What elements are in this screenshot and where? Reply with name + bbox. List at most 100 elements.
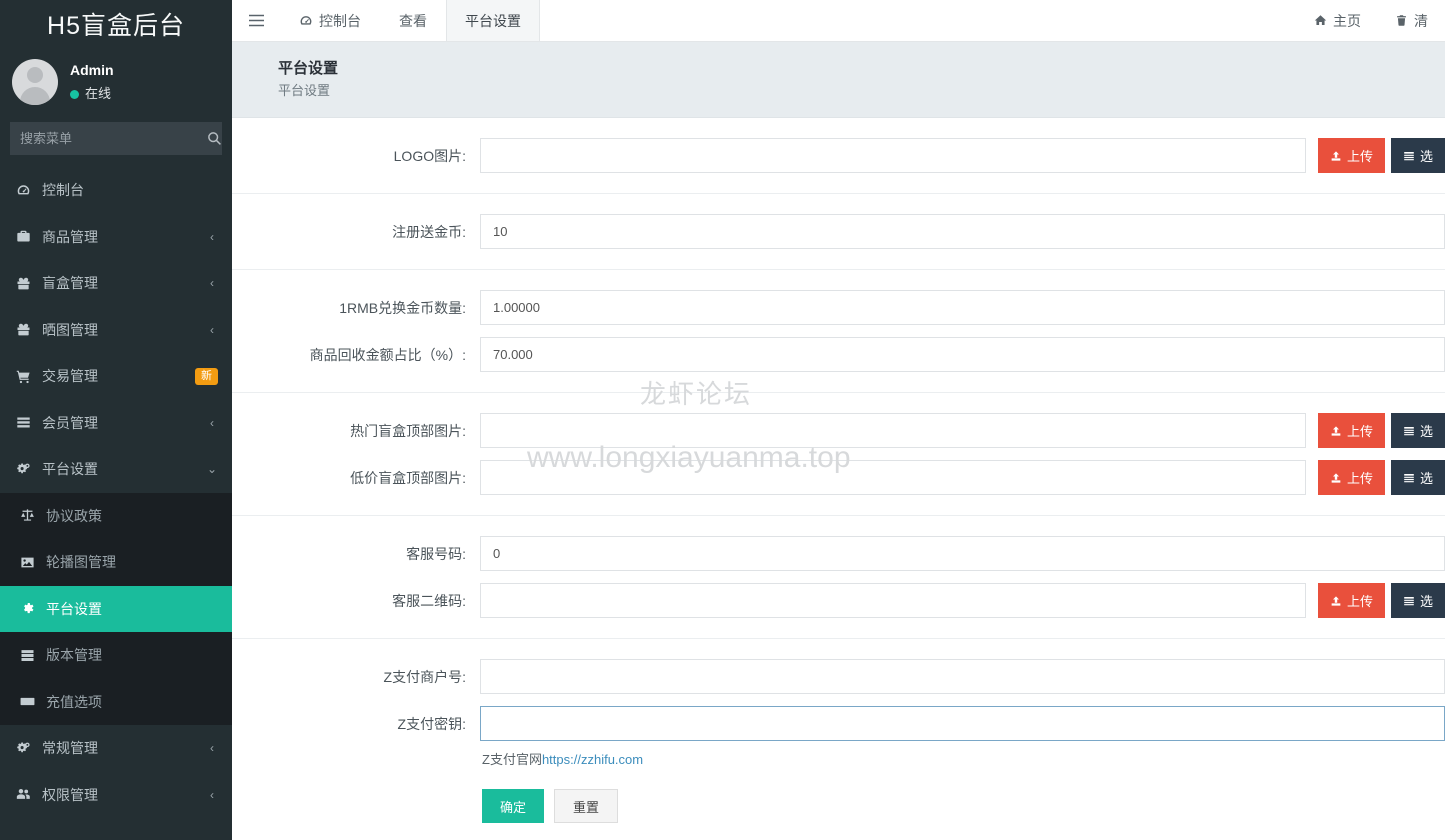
search-icon[interactable] <box>206 122 222 155</box>
select-button[interactable]: 选 <box>1390 413 1445 449</box>
tab-label: 平台设置 <box>465 12 521 29</box>
sidebar-item-label: 控制台 <box>42 182 84 199</box>
hamburger-icon[interactable] <box>232 0 280 41</box>
form-label-zpay-secret-key: Z支付密钥: <box>397 715 466 732</box>
input-rmb-to-coin-rate[interactable] <box>480 290 1445 326</box>
server-icon <box>16 648 38 663</box>
sidebar-item-盲盒管理[interactable]: 盲盒管理 ‹ <box>0 260 232 307</box>
form-label-support-qrcode: 客服二维码: <box>392 592 466 609</box>
help-label: Z支付官网 <box>482 752 542 768</box>
form-group: 客服号码: 客服二维码: 上传 选 <box>232 516 1445 640</box>
sidebar-item-会员管理[interactable]: 会员管理 ‹ <box>0 400 232 447</box>
upload-button[interactable]: 上传 <box>1317 413 1385 449</box>
input-zpay-merchant-id[interactable] <box>480 659 1445 695</box>
chevron-icon: ‹ <box>210 229 214 244</box>
trash-icon <box>1395 14 1408 27</box>
sidebar-item-label: 商品管理 <box>42 228 98 245</box>
sidebar-submenu: 协议政策 轮播图管理 平台设置 版本管理 充值选项 <box>0 492 232 726</box>
input-hot-box-top-image[interactable] <box>480 413 1306 449</box>
sidebar-item-版本管理[interactable]: 版本管理 <box>0 632 232 679</box>
sidebar-item-充值选项[interactable]: 充值选项 <box>0 679 232 726</box>
sidebar-item-轮播图管理[interactable]: 轮播图管理 <box>0 539 232 586</box>
grid-icon <box>1403 150 1415 162</box>
topbar: 控制台 查看 平台设置 主页 清 <box>232 0 1445 42</box>
sidebar-item-商品管理[interactable]: 商品管理 ‹ <box>0 214 232 261</box>
sidebar-item-权限管理[interactable]: 权限管理 ‹ <box>0 772 232 819</box>
user-name: Admin <box>70 62 114 79</box>
gift-icon <box>12 322 34 337</box>
form-row-recycle-amount-percent: 商品回收金额占比（%）: <box>232 331 1445 378</box>
search-input[interactable] <box>10 131 206 146</box>
tab-平台设置[interactable]: 平台设置 <box>446 0 540 41</box>
select-button[interactable]: 选 <box>1390 583 1445 619</box>
sidebar-item-协议政策[interactable]: 协议政策 <box>0 493 232 540</box>
sidebar-search[interactable] <box>10 122 222 155</box>
sidebar-menu-bottom: 常规管理 ‹ 权限管理 ‹ <box>0 725 232 818</box>
topbar-action-主页[interactable]: 主页 <box>1297 0 1378 41</box>
sidebar-item-平台设置[interactable]: 平台设置 ⌄ <box>0 446 232 493</box>
topbar-nav: 控制台 查看 平台设置 <box>280 0 540 41</box>
form-row-logo-image: LOGO图片: 上传 选 <box>232 132 1445 179</box>
menu-badge: 新 <box>195 367 218 385</box>
chevron-icon: ⌄ <box>206 462 218 477</box>
page-title: 平台设置 <box>278 60 339 77</box>
credit-card-icon <box>16 694 38 709</box>
sidebar-item-label: 会员管理 <box>42 414 98 431</box>
image-icon <box>16 555 38 570</box>
page-subtitle: 平台设置 <box>278 82 331 98</box>
reset-button[interactable]: 重置 <box>554 789 619 824</box>
grid-icon <box>1403 472 1415 484</box>
upload-button[interactable]: 上传 <box>1317 460 1385 496</box>
select-button-label: 选 <box>1419 471 1433 487</box>
home-icon <box>1314 14 1327 27</box>
grid-icon <box>1403 425 1415 437</box>
input-support-number[interactable] <box>480 536 1445 572</box>
sidebar-item-控制台[interactable]: 控制台 <box>0 167 232 214</box>
input-register-gift-coins[interactable] <box>480 214 1445 250</box>
tab-控制台[interactable]: 控制台 <box>280 0 380 41</box>
zpay-official-link[interactable]: https://zzhifu.com <box>542 752 643 767</box>
upload-button-label: 上传 <box>1346 471 1373 487</box>
users-icon <box>12 787 34 802</box>
topbar-action-清[interactable]: 清 <box>1378 0 1445 41</box>
form-label-recycle-amount-percent: 商品回收金额占比（%）: <box>309 346 466 363</box>
select-button[interactable]: 选 <box>1390 460 1445 496</box>
select-button[interactable]: 选 <box>1390 138 1445 174</box>
input-recycle-amount-percent[interactable] <box>480 337 1445 373</box>
form-label-support-number: 客服号码: <box>406 545 466 562</box>
form-group: LOGO图片: 上传 选 <box>232 118 1445 195</box>
select-button-label: 选 <box>1419 424 1433 440</box>
form-row-cheap-box-top-image: 低价盲盒顶部图片: 上传 选 <box>232 454 1445 501</box>
tab-查看[interactable]: 查看 <box>380 0 446 41</box>
sidebar-item-常规管理[interactable]: 常规管理 ‹ <box>0 725 232 772</box>
form-row-zpay-merchant-id: Z支付商户号: <box>232 653 1445 700</box>
form-row-zpay-secret-key: Z支付密钥: <box>232 700 1445 747</box>
input-cheap-box-top-image[interactable] <box>480 460 1306 496</box>
upload-button[interactable]: 上传 <box>1317 138 1385 174</box>
sidebar-item-交易管理[interactable]: 交易管理 新 <box>0 353 232 400</box>
grid-icon <box>1403 595 1415 607</box>
submit-button[interactable]: 确定 <box>482 789 545 824</box>
upload-button-label: 上传 <box>1346 594 1373 610</box>
form-label-hot-box-top-image: 热门盲盒顶部图片: <box>350 422 466 439</box>
user-status: 在线 <box>70 84 114 104</box>
upload-button[interactable]: 上传 <box>1317 583 1385 619</box>
form-group: Z支付商户号: Z支付密钥: Z支付官网https://zzhifu.com 确… <box>232 639 1445 840</box>
input-logo-image[interactable] <box>480 138 1306 174</box>
form-label-cheap-box-top-image: 低价盲盒顶部图片: <box>350 469 466 486</box>
cart-icon <box>12 369 34 384</box>
upload-button-label: 上传 <box>1346 424 1373 440</box>
form-group: 1RMB兑换金币数量: 商品回收金额占比（%）: <box>232 270 1445 394</box>
form-label-zpay-merchant-id: Z支付商户号: <box>383 668 466 685</box>
input-zpay-secret-key[interactable] <box>480 706 1445 742</box>
sidebar-item-label: 轮播图管理 <box>46 554 116 571</box>
sidebar-item-平台设置[interactable]: 平台设置 <box>0 585 232 632</box>
topbar-actions: 主页 清 <box>1297 0 1445 41</box>
chevron-icon: ‹ <box>210 787 214 802</box>
form-group: 注册送金币: <box>232 194 1445 271</box>
sidebar-item-label: 协议政策 <box>46 507 102 524</box>
page-header: 平台设置 平台设置 <box>232 42 1445 119</box>
input-support-qrcode[interactable] <box>480 583 1306 619</box>
dashboard-icon <box>12 183 34 198</box>
sidebar-item-晒图管理[interactable]: 晒图管理 ‹ <box>0 307 232 354</box>
